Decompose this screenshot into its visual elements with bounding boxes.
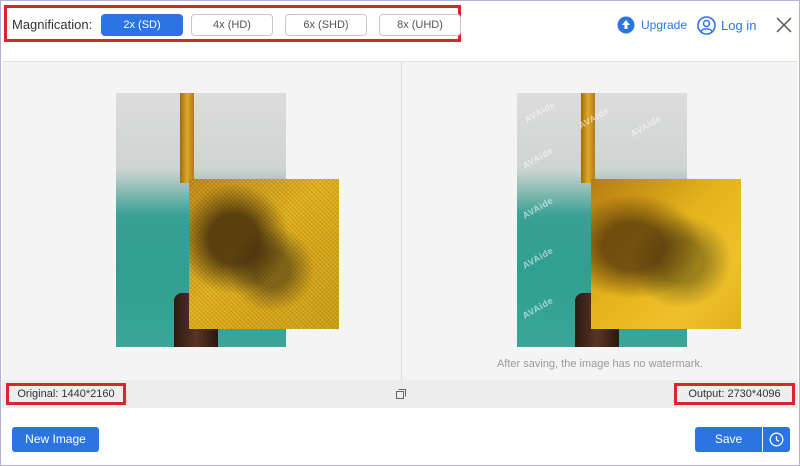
user-icon xyxy=(697,15,716,35)
schedule-button[interactable] xyxy=(763,427,790,452)
upgrade-button[interactable]: Upgrade xyxy=(617,15,687,35)
watermark: AVAide xyxy=(520,145,555,171)
watermark: AVAide xyxy=(520,195,555,221)
login-button[interactable]: Log in xyxy=(697,15,756,35)
watermark: AVAide xyxy=(628,113,663,139)
new-image-button[interactable]: New Image xyxy=(12,427,99,452)
output-size: Output: 2730*4096 xyxy=(688,388,781,400)
watermark: AVAide xyxy=(522,99,557,125)
preview-area: AVAide AVAide AVAide AVAide AVAide AVAid… xyxy=(2,61,798,380)
output-preview-panel: AVAide AVAide AVAide AVAide AVAide AVAid… xyxy=(402,62,798,380)
original-preview-panel xyxy=(2,62,401,380)
close-icon[interactable] xyxy=(775,16,793,34)
watermark: AVAide xyxy=(520,245,555,271)
output-zoom-lens[interactable] xyxy=(591,179,741,329)
dropper xyxy=(180,93,194,183)
output-size-highlight: Output: 2730*4096 xyxy=(674,383,795,405)
mag-option-8x[interactable]: 8x (UHD) xyxy=(379,14,461,36)
original-size-highlight: Original: 1440*2160 xyxy=(6,383,126,405)
magnification-label: Magnification: xyxy=(12,17,93,32)
mag-option-4x[interactable]: 4x (HD) xyxy=(191,14,273,36)
upgrade-icon xyxy=(617,16,635,34)
upgrade-label: Upgrade xyxy=(641,18,688,32)
mag-option-6x[interactable]: 6x (SHD) xyxy=(285,14,367,36)
mag-option-2x[interactable]: 2x (SD) xyxy=(101,14,183,36)
save-button[interactable]: Save xyxy=(695,427,762,452)
dropper xyxy=(581,93,595,183)
clock-icon xyxy=(769,432,784,447)
original-zoom-lens[interactable] xyxy=(189,179,339,329)
original-size: Original: 1440*2160 xyxy=(17,388,115,400)
no-watermark-note: After saving, the image has no watermark… xyxy=(496,358,704,370)
compare-icon[interactable] xyxy=(396,389,406,399)
watermark: AVAide xyxy=(520,295,555,321)
login-label: Log in xyxy=(721,17,757,33)
